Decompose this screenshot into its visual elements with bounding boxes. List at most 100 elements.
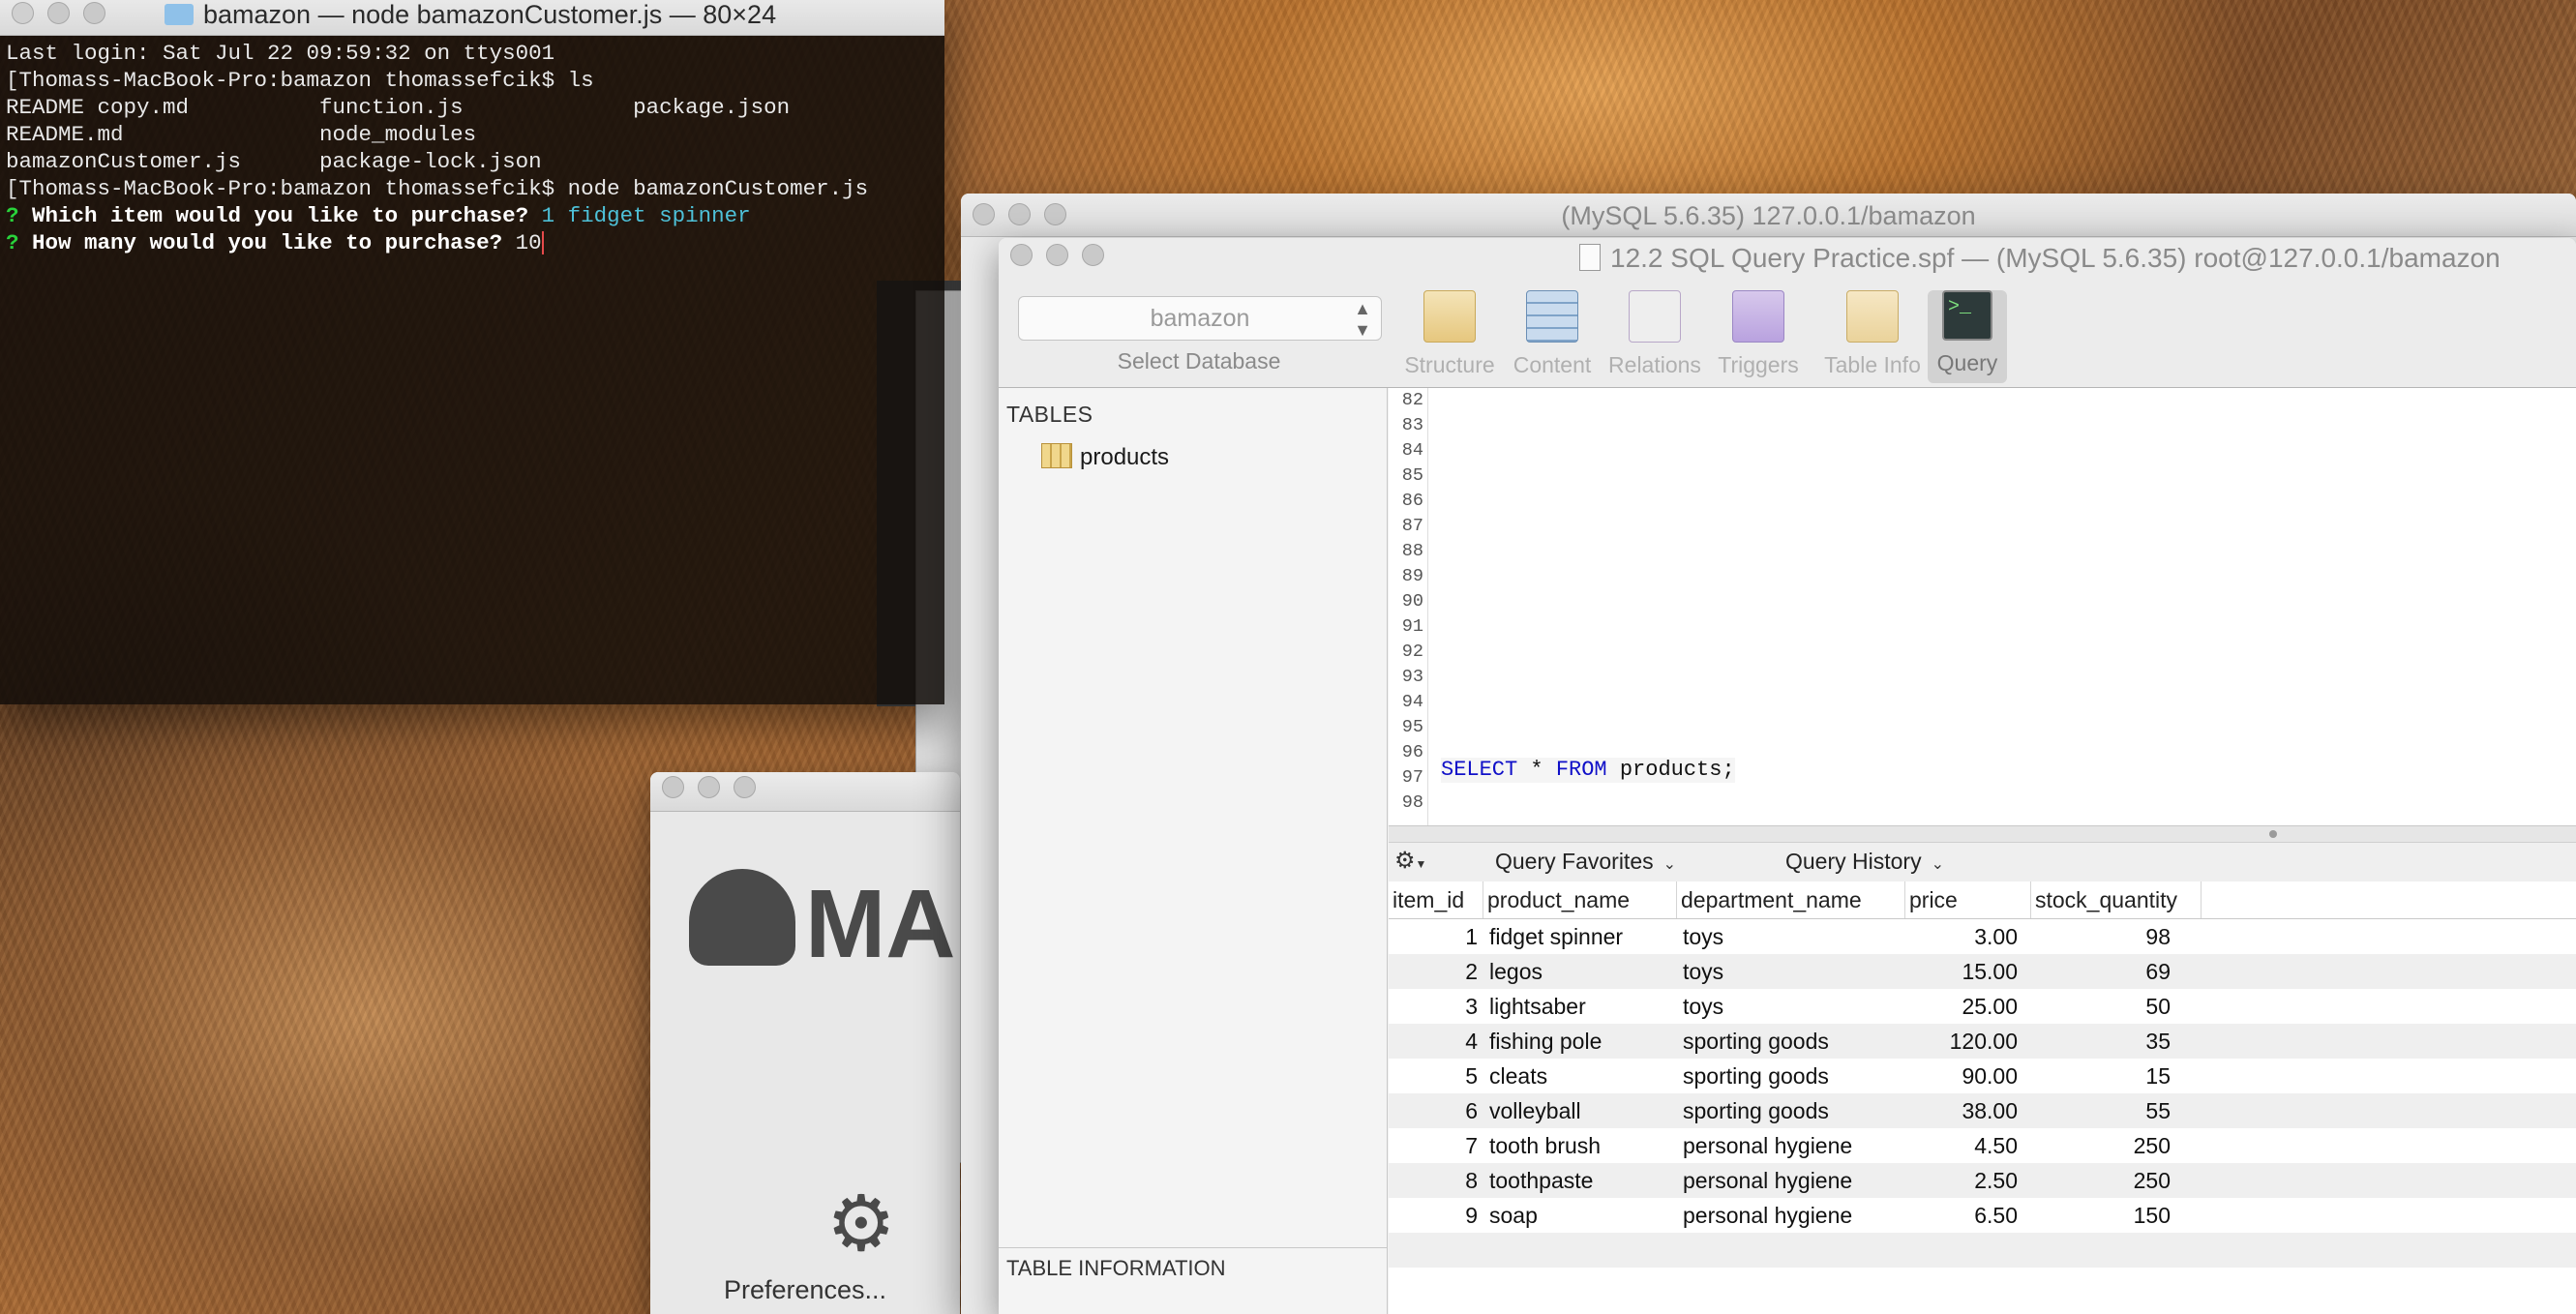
gear-icon[interactable]: ⚙: [826, 1179, 896, 1269]
terminal-line: [Thomass-MacBook-Pro:bamazon thomassefci…: [6, 68, 594, 93]
tab-content[interactable]: Content: [1502, 290, 1603, 383]
cell-item-id[interactable]: 9: [1389, 1198, 1478, 1233]
cell-price[interactable]: 2.50: [1902, 1163, 2018, 1198]
cell-product-name[interactable]: legos: [1489, 954, 1683, 989]
table-row[interactable]: 4 fishing pole sporting goods 120.00 35: [1389, 1024, 2576, 1059]
table-row[interactable]: 2 legos toys 15.00 69: [1389, 954, 2576, 989]
cell-item-id[interactable]: 6: [1389, 1093, 1478, 1128]
column-header[interactable]: item_id: [1389, 881, 1483, 918]
cell-item-id[interactable]: 7: [1389, 1128, 1478, 1163]
cell-price[interactable]: 90.00: [1902, 1059, 2018, 1093]
column-header[interactable]: product_name: [1483, 881, 1677, 918]
table-row[interactable]: 7 tooth brush personal hygiene 4.50 250: [1389, 1128, 2576, 1163]
content-icon: [1526, 290, 1578, 343]
cell-stock-quantity[interactable]: 150: [2025, 1198, 2171, 1233]
cell-price[interactable]: 4.50: [1902, 1128, 2018, 1163]
column-header[interactable]: stock_quantity: [2031, 881, 2202, 918]
cell-department-name[interactable]: sporting goods: [1683, 1024, 1886, 1059]
cell-stock-quantity[interactable]: 50: [2025, 989, 2171, 1024]
cell-product-name[interactable]: volleyball: [1489, 1093, 1683, 1128]
prompt-input[interactable]: 10: [516, 230, 542, 255]
cell-stock-quantity[interactable]: 98: [2025, 919, 2171, 954]
cell-item-id[interactable]: 1: [1389, 919, 1478, 954]
cell-department-name[interactable]: toys: [1683, 954, 1886, 989]
cell-item-id[interactable]: 8: [1389, 1163, 1478, 1198]
tab-label: Table Info: [1824, 352, 1921, 377]
tab-table-info[interactable]: Table Info: [1816, 290, 1929, 383]
database-select[interactable]: bamazon ▲ ▼: [1018, 296, 1382, 341]
cell-department-name[interactable]: personal hygiene: [1683, 1128, 1886, 1163]
cell-item-id[interactable]: 3: [1389, 989, 1478, 1024]
column-header[interactable]: price: [1905, 881, 2031, 918]
cell-product-name[interactable]: toothpaste: [1489, 1163, 1683, 1198]
cell-price[interactable]: 38.00: [1902, 1093, 2018, 1128]
tab-structure[interactable]: Structure: [1399, 290, 1500, 383]
gear-menu-button[interactable]: ⚙▼: [1394, 847, 1433, 876]
zoom-button[interactable]: [734, 776, 756, 798]
query-favorites-button[interactable]: Query Favorites ⌄: [1495, 849, 1676, 875]
cell-price[interactable]: 25.00: [1902, 989, 2018, 1024]
cell-price[interactable]: 15.00: [1902, 954, 2018, 989]
tab-label: Structure: [1404, 352, 1495, 377]
line-number: 86: [1401, 491, 1423, 511]
cell-item-id[interactable]: 5: [1389, 1059, 1478, 1093]
cell-stock-quantity[interactable]: 55: [2025, 1093, 2171, 1128]
cell-product-name[interactable]: lightsaber: [1489, 989, 1683, 1024]
minimize-button[interactable]: [47, 2, 70, 24]
cell-department-name[interactable]: personal hygiene: [1683, 1163, 1886, 1198]
cell-stock-quantity[interactable]: 250: [2025, 1163, 2171, 1198]
cell-item-id[interactable]: 2: [1389, 954, 1478, 989]
close-button[interactable]: [1010, 244, 1033, 266]
results-toolbar: ⚙▼ Query Favorites ⌄ Query History ⌄: [1389, 843, 2576, 882]
table-row[interactable]: 1 fidget spinner toys 3.00 98: [1389, 919, 2576, 954]
query-editor[interactable]: 82 83 84 85 86 87 88 89 90 91 92 93 94 9…: [1389, 388, 2576, 826]
info-icon: [1846, 290, 1899, 343]
split-view-divider[interactable]: [1389, 826, 2576, 843]
close-button[interactable]: [12, 2, 34, 24]
column-header[interactable]: department_name: [1677, 881, 1905, 918]
zoom-button[interactable]: [83, 2, 105, 24]
cell-department-name[interactable]: toys: [1683, 919, 1886, 954]
cell-product-name[interactable]: fishing pole: [1489, 1024, 1683, 1059]
minimize-button[interactable]: [1046, 244, 1068, 266]
cell-department-name[interactable]: sporting goods: [1683, 1059, 1886, 1093]
cell-department-name[interactable]: sporting goods: [1683, 1093, 1886, 1128]
cell-department-name[interactable]: toys: [1683, 989, 1886, 1024]
table-information-header[interactable]: TABLE INFORMATION: [999, 1247, 1387, 1305]
cell-price[interactable]: 120.00: [1902, 1024, 2018, 1059]
table-row[interactable]: 5 cleats sporting goods 90.00 15: [1389, 1059, 2576, 1093]
cell-product-name[interactable]: tooth brush: [1489, 1128, 1683, 1163]
terminal-output[interactable]: Last login: Sat Jul 22 09:59:32 on ttys0…: [0, 36, 944, 260]
cell-price[interactable]: 3.00: [1902, 919, 2018, 954]
cell-stock-quantity[interactable]: 250: [2025, 1128, 2171, 1163]
cell-stock-quantity[interactable]: 69: [2025, 954, 2171, 989]
prompt-question-2: ? How many would you like to purchase? 1…: [6, 229, 939, 256]
cell-stock-quantity[interactable]: 15: [2025, 1059, 2171, 1093]
cell-department-name[interactable]: personal hygiene: [1683, 1198, 1886, 1233]
table-row[interactable]: 8 toothpaste personal hygiene 2.50 250: [1389, 1163, 2576, 1198]
cell-product-name[interactable]: cleats: [1489, 1059, 1683, 1093]
database-select-value: bamazon: [1150, 305, 1250, 332]
cell-item-id[interactable]: 4: [1389, 1024, 1478, 1059]
query-history-button[interactable]: Query History ⌄: [1785, 849, 1944, 875]
divider-handle[interactable]: [2269, 830, 2277, 838]
table-item-products[interactable]: products: [1041, 442, 1169, 471]
tab-relations[interactable]: Relations: [1604, 290, 1705, 383]
cell-price[interactable]: 6.50: [1902, 1198, 2018, 1233]
preferences-label[interactable]: Preferences...: [650, 1275, 960, 1305]
close-button[interactable]: [662, 776, 684, 798]
sql-text: *: [1517, 758, 1556, 782]
tab-triggers[interactable]: Triggers: [1708, 290, 1809, 383]
cell-product-name[interactable]: soap: [1489, 1198, 1683, 1233]
table-row[interactable]: 9 soap personal hygiene 6.50 150: [1389, 1198, 2576, 1233]
terminal-line: [Thomass-MacBook-Pro:bamazon thomassefci…: [6, 176, 869, 201]
sql-query-line[interactable]: SELECT * FROM products;: [1441, 758, 1735, 783]
table-row[interactable]: 3 lightsaber toys 25.00 50: [1389, 989, 2576, 1024]
cell-stock-quantity[interactable]: 35: [2025, 1024, 2171, 1059]
tab-query[interactable]: >_ Query: [1928, 290, 2007, 383]
cell-product-name[interactable]: fidget spinner: [1489, 919, 1683, 954]
zoom-button[interactable]: [1082, 244, 1104, 266]
table-row[interactable]: 6 volleyball sporting goods 38.00 55: [1389, 1093, 2576, 1128]
minimize-button[interactable]: [698, 776, 720, 798]
line-number: 93: [1401, 667, 1423, 687]
